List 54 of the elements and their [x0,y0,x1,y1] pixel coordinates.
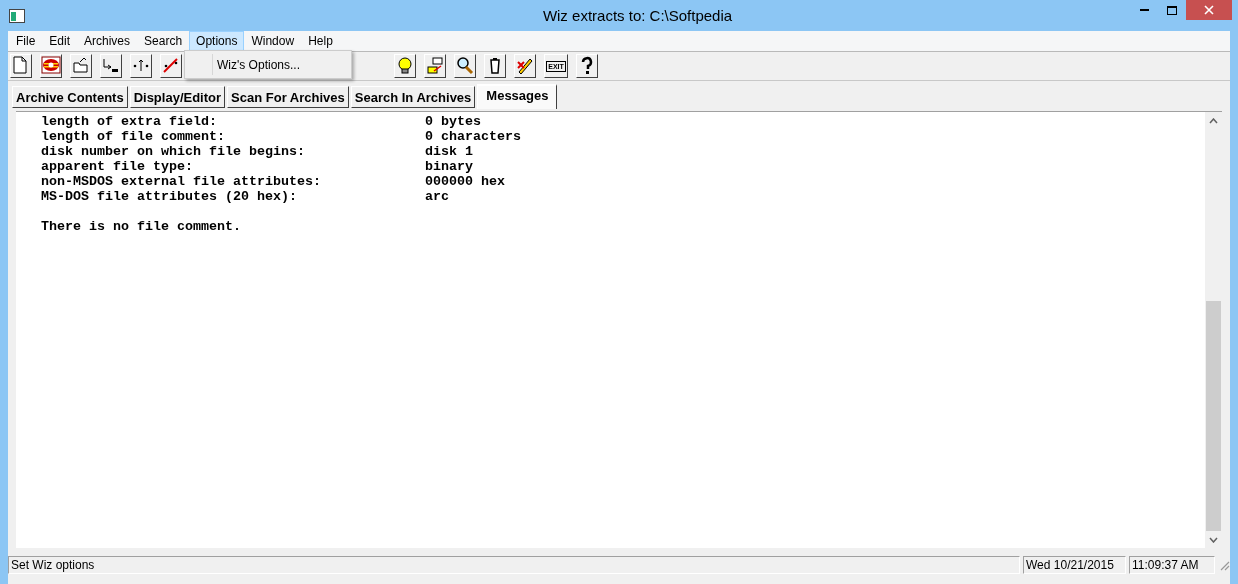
field-label: MS-DOS file attributes (20 hex): [41,189,298,204]
field-value: arc [425,189,450,204]
lightbulb-icon [395,56,415,76]
tab[interactable]: Display/Editor [129,86,226,108]
tab[interactable]: Archive Contents [12,86,128,108]
toolbar-button[interactable] [70,54,92,78]
toolbar-button[interactable] [576,54,598,78]
toolbar-button[interactable] [484,54,506,78]
toolbar-button[interactable] [10,54,32,78]
toolbar-button[interactable] [454,54,476,78]
menu-item[interactable]: Search [137,31,190,51]
close-icon [1204,5,1214,15]
folder-icon [71,56,91,76]
field-label: non-MSDOS external file attributes: [41,174,322,189]
minimize-icon [1139,9,1149,11]
field-label: disk number on which file begins: [41,144,306,159]
tab[interactable]: Scan For Archives [227,86,349,108]
toolbar-button[interactable] [160,54,182,78]
toolbar-button[interactable] [100,54,122,78]
field-value: 0 bytes [425,114,482,129]
toolbar-button[interactable] [394,54,416,78]
field-label: apparent file type: [41,159,194,174]
status-message: Set Wiz options [8,556,1020,574]
tab[interactable]: Search In Archives [350,86,476,108]
menu-item[interactable]: Help [301,31,340,51]
field-label: length of extra field: [41,114,218,129]
status-time: 11:09:37 AM [1129,556,1215,574]
menu-item[interactable]: Edit [42,31,78,51]
magnifier-icon [455,56,475,76]
toolbar-button[interactable] [40,54,62,78]
field-value: 000000 hex [425,174,506,189]
menu-item[interactable]: File [9,31,43,51]
resize-grip-icon [1218,559,1230,571]
field-value: binary [425,159,474,174]
maximize-icon [1167,5,1177,15]
transfer-icon [425,56,445,76]
scrollbar[interactable] [1205,112,1222,548]
field-value: disk 1 [425,144,474,159]
window-title: Wiz extracts to: C:\Softpedia [541,7,734,24]
status-date: Wed 10/21/2015 [1023,556,1126,574]
comment-text: There is no file comment. [41,219,241,234]
logo-icon [41,56,61,76]
menu-option[interactable]: Wiz's Options... [217,57,300,72]
tab[interactable]: Messages [477,84,558,109]
toolbar-button[interactable] [514,54,536,78]
menu-item[interactable]: Window [244,31,302,51]
field-value: 0 characters [425,129,522,144]
pen-icon [515,56,535,76]
toolbar-button[interactable] [424,54,446,78]
app-icon [9,8,25,23]
menu-item[interactable]: Archives [77,31,138,51]
toolbar-button[interactable] [130,54,152,78]
menu-item[interactable]: Options [189,31,245,51]
field-label: length of file comment: [41,129,226,144]
